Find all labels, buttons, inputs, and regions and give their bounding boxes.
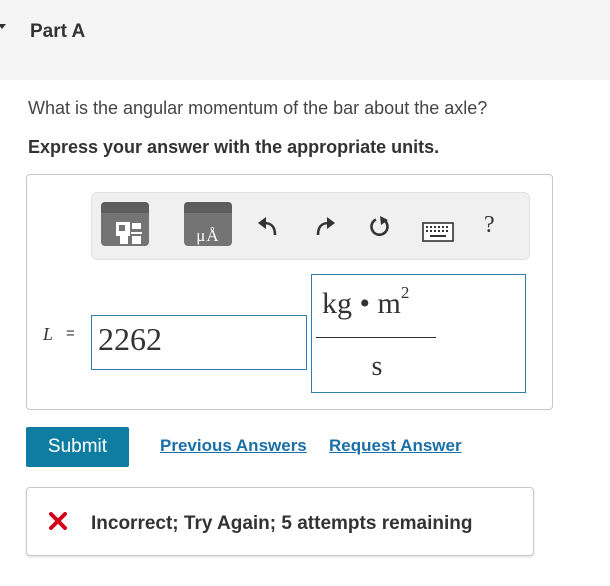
- value-input[interactable]: 2262: [91, 315, 307, 370]
- part-header[interactable]: Part A: [0, 0, 610, 80]
- keyboard-icon[interactable]: [422, 222, 454, 242]
- feedback-box: Incorrect; Try Again; 5 attempts remaini…: [26, 487, 534, 556]
- button-strip: [101, 202, 149, 213]
- part-title: Part A: [30, 21, 86, 42]
- question-text: What is the angular momentum of the bar …: [28, 98, 488, 118]
- equals-sign: =: [66, 325, 75, 342]
- instruction-text: Express your answer with the appropriate…: [28, 137, 440, 157]
- units-icon-label: μÅ: [196, 226, 220, 245]
- submit-button[interactable]: Submit: [26, 427, 129, 467]
- fraction-bar: [316, 337, 436, 338]
- request-answer-link[interactable]: Request Answer: [329, 436, 462, 456]
- units-input[interactable]: kg • m2 s: [311, 274, 526, 393]
- units-denominator: s: [371, 351, 383, 382]
- help-button[interactable]: ?: [484, 212, 495, 239]
- undo-icon[interactable]: [257, 217, 279, 237]
- redo-icon[interactable]: [314, 217, 336, 237]
- templates-button[interactable]: [101, 202, 149, 246]
- previous-answers-link[interactable]: Previous Answers: [160, 436, 307, 456]
- feedback-message: Incorrect; Try Again; 5 attempts remaini…: [91, 513, 473, 534]
- collapse-caret-icon[interactable]: [0, 24, 6, 29]
- units-exponent: 2: [400, 283, 410, 302]
- units-button[interactable]: μÅ: [184, 202, 232, 246]
- units-numerator: kg • m2: [322, 283, 410, 320]
- button-strip: [184, 202, 232, 213]
- x-mark-icon: [49, 512, 67, 530]
- reset-icon[interactable]: [368, 215, 392, 239]
- math-toolbar: μÅ ?: [91, 192, 530, 260]
- variable-label: L: [43, 324, 54, 344]
